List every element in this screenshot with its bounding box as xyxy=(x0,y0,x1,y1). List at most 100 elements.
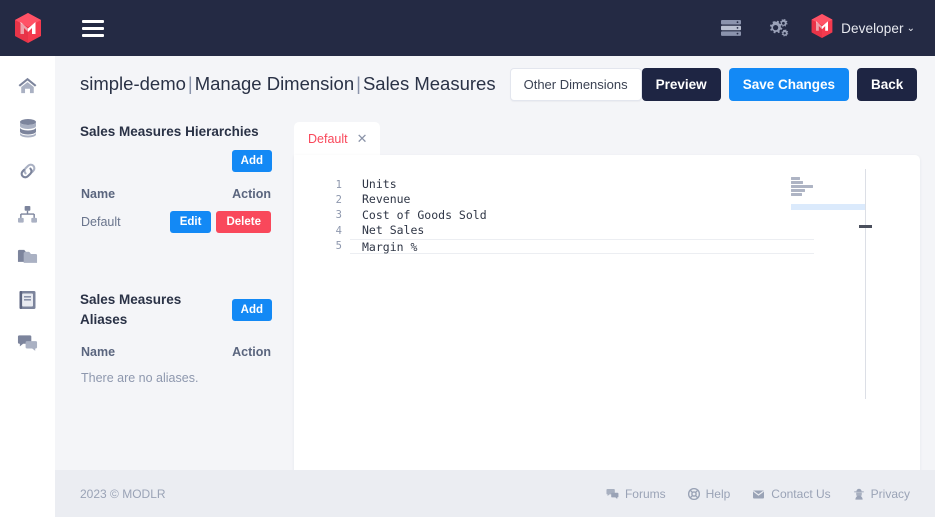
footer-link-label: Contact Us xyxy=(771,486,831,501)
sidebar-item-home[interactable] xyxy=(0,66,55,109)
line-text[interactable]: Net Sales xyxy=(350,223,814,238)
hamburger-menu-icon[interactable] xyxy=(82,19,104,37)
top-navbar: Developer ⌄ xyxy=(0,0,935,56)
app-root: Developer ⌄ simple-demo | Manage Dimensi… xyxy=(0,0,935,517)
preview-button[interactable]: Preview xyxy=(641,67,721,101)
line-number: 5 xyxy=(335,240,342,253)
page-footer: 2023 © MODLR Forums Help Contact Us Priv… xyxy=(55,470,935,517)
user-logo-icon xyxy=(810,13,834,44)
code-line: 2 Revenue xyxy=(294,192,814,207)
minimap-line xyxy=(791,177,866,180)
server-icon[interactable] xyxy=(708,0,754,56)
footer-link-forums[interactable]: Forums xyxy=(606,487,666,501)
add-hierarchy-button[interactable]: Add xyxy=(231,150,272,172)
footer-link-label: Privacy xyxy=(870,486,910,501)
hierarchy-name: Default xyxy=(81,215,121,229)
aliases-table: Name Action There are no aliases. xyxy=(80,338,272,390)
minimap-current-line-highlight xyxy=(791,204,866,210)
sidebar-item-hierarchy[interactable] xyxy=(0,195,55,238)
cogs-icon[interactable] xyxy=(754,0,800,56)
navbar-right-actions: Developer ⌄ xyxy=(708,0,935,56)
editor-minimap[interactable] xyxy=(791,155,866,503)
code-lines: 1 Units 2 Revenue 3 Cost of Goods Sold 4… xyxy=(294,177,814,254)
minimap-line xyxy=(791,181,866,184)
hierarchies-section-head: Sales Measures Hierarchies xyxy=(80,122,272,146)
life-ring-icon xyxy=(687,487,700,500)
breadcrumb-separator-1: | xyxy=(187,73,193,94)
sidebar-item-databases[interactable] xyxy=(0,109,55,152)
sidebar-item-messages[interactable] xyxy=(0,324,55,367)
breadcrumb-dimension: Sales Measures xyxy=(362,73,496,94)
line-number: 2 xyxy=(335,194,342,207)
breadcrumb-section: Manage Dimension xyxy=(194,73,355,94)
aliases-table-header: Name Action xyxy=(80,338,272,366)
database-icon xyxy=(18,118,38,143)
minimap-line xyxy=(791,185,866,188)
minimap-line xyxy=(791,189,866,192)
tab-label: Default xyxy=(308,131,348,146)
footer-links: Forums Help Contact Us Privacy xyxy=(606,487,910,501)
table-row: Default Edit Delete xyxy=(80,208,272,236)
user-menu[interactable]: Developer ⌄ xyxy=(800,0,921,56)
aliases-title: Sales Measures Aliases xyxy=(80,292,182,327)
page-content: simple-demo | Manage Dimension | Sales Measu… xyxy=(55,56,935,517)
back-button[interactable]: Back xyxy=(856,67,918,101)
editor-tabbar: Default ✕ xyxy=(294,122,920,155)
sitemap-icon xyxy=(17,205,38,229)
aliases-section-head: Sales Measures Aliases Add xyxy=(80,290,272,330)
aliases-empty-message: There are no aliases. xyxy=(81,371,199,385)
hierarchies-section: Sales Measures Hierarchies Add Name Acti… xyxy=(80,122,272,236)
breadcrumb-separator-2: | xyxy=(356,73,361,94)
footer-link-help[interactable]: Help xyxy=(687,486,731,501)
page-header: simple-demo | Manage Dimension | Sales Measu… xyxy=(55,56,935,112)
hierarchies-table-header: Name Action xyxy=(80,180,272,208)
line-number: 1 xyxy=(335,178,342,191)
save-changes-button[interactable]: Save Changes xyxy=(728,67,849,101)
sidebar-item-folders[interactable] xyxy=(0,238,55,281)
edit-hierarchy-button[interactable]: Edit xyxy=(169,211,212,233)
line-text[interactable]: Revenue xyxy=(350,192,814,207)
header-actions: Preview Save Changes Back xyxy=(641,67,918,101)
breadcrumb-model: simple-demo xyxy=(80,73,186,94)
code-line: 3 Cost of Goods Sold xyxy=(294,208,814,223)
book-icon xyxy=(18,290,37,315)
comments-icon xyxy=(606,488,619,500)
code-line: 4 Net Sales xyxy=(294,223,814,238)
line-text[interactable]: Units xyxy=(350,177,814,192)
line-text[interactable]: Cost of Goods Sold xyxy=(350,208,814,223)
link-icon xyxy=(18,161,38,186)
sidebar-item-reports[interactable] xyxy=(0,281,55,324)
add-alias-button[interactable]: Add xyxy=(231,299,272,321)
delete-hierarchy-button[interactable]: Delete xyxy=(216,211,271,233)
footer-link-contact-us[interactable]: Contact Us xyxy=(752,486,831,501)
aliases-col-name: Name xyxy=(81,345,116,359)
sidebar-item-links[interactable] xyxy=(0,152,55,195)
aliases-section: Sales Measures Aliases Add Name Action T… xyxy=(80,290,272,390)
editor-panel: Default ✕ 1 Units 2 Revenue 3 Cost of Go… xyxy=(294,122,920,503)
editor-scrollbar-thumb[interactable] xyxy=(859,225,872,228)
editor-scrollbar-track[interactable] xyxy=(865,169,866,399)
aliases-col-action: Action xyxy=(232,345,271,359)
code-editor[interactable]: 1 Units 2 Revenue 3 Cost of Goods Sold 4… xyxy=(294,155,920,503)
sidebar-rail xyxy=(0,56,55,517)
modlr-logo-icon[interactable] xyxy=(0,0,55,56)
hierarchies-col-name: Name xyxy=(81,187,116,201)
footer-link-privacy[interactable]: Privacy xyxy=(853,487,910,501)
code-line: 5 Margin % xyxy=(294,238,814,254)
footer-link-label: Help xyxy=(705,486,731,501)
line-number: 3 xyxy=(335,209,342,222)
footer-link-label: Forums xyxy=(624,486,666,501)
other-dimensions-button[interactable]: Other Dimensions xyxy=(509,67,642,101)
close-icon[interactable]: ✕ xyxy=(357,132,368,145)
copyright-text: 2023 © MODLR xyxy=(80,486,166,501)
line-text[interactable]: Margin % xyxy=(350,238,814,254)
hierarchies-col-action: Action xyxy=(232,187,271,201)
page-title: simple-demo | Manage Dimension | Sales Measu… xyxy=(80,73,496,95)
hierarchies-title: Sales Measures Hierarchies xyxy=(80,124,259,139)
user-name-label: Developer xyxy=(841,20,904,36)
chevron-down-icon: ⌄ xyxy=(906,22,915,34)
home-icon xyxy=(17,76,38,100)
tab-default[interactable]: Default ✕ xyxy=(294,122,380,155)
dimension-settings-column: Sales Measures Hierarchies Add Name Acti… xyxy=(55,112,294,517)
hierarchy-row-actions: Edit Delete xyxy=(169,211,271,233)
